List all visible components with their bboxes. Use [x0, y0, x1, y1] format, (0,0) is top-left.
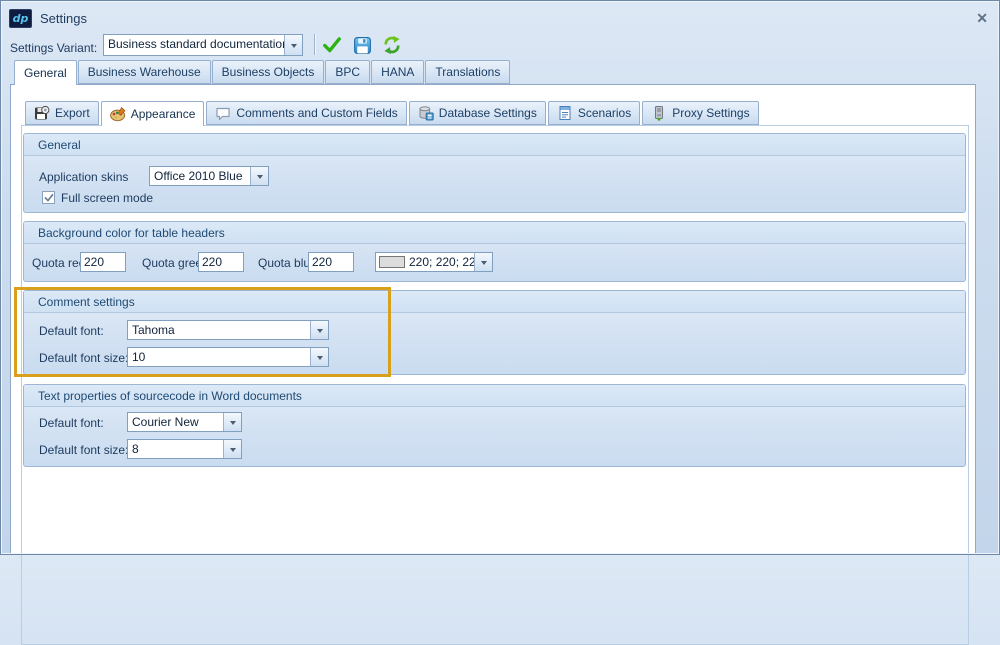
checkmark-icon [44, 193, 54, 203]
source-default-font-value: Courier New [128, 413, 223, 431]
comment-default-font-dropdown-button[interactable] [310, 321, 328, 339]
group-title: Text properties of sourcecode in Word do… [38, 389, 302, 403]
tab-bpc[interactable]: BPC [325, 60, 370, 84]
header-color-dropdown-button[interactable] [474, 253, 492, 271]
group-general: General Application skins Office 2010 Bl… [23, 133, 966, 213]
tab-label: General [24, 66, 67, 80]
group-title: General [38, 138, 81, 152]
application-skins-dropdown-button[interactable] [250, 167, 268, 185]
chevron-down-icon [230, 448, 236, 455]
subtab-scenarios[interactable]: Scenarios [548, 101, 640, 125]
comments-icon [215, 105, 231, 121]
settings-variant-dropdown-button[interactable] [284, 35, 302, 55]
floppy-icon [353, 36, 372, 55]
group-sourcecode-text-properties: Text properties of sourcecode in Word do… [23, 384, 966, 467]
appearance-icon [110, 106, 126, 122]
chevron-down-icon [230, 421, 236, 428]
application-skins-label: Application skins [39, 167, 128, 187]
subtab-label: Comments and Custom Fields [236, 106, 397, 120]
quota-blue-input[interactable] [308, 252, 354, 272]
refresh-icon [382, 35, 402, 55]
subtab-label: Appearance [131, 107, 196, 121]
group-comment-settings: Comment settings Default font: Tahoma De… [23, 290, 966, 375]
tab-business-objects[interactable]: Business Objects [212, 60, 325, 84]
tab-label: BPC [335, 65, 360, 79]
comment-default-font-label: Default font: [39, 321, 104, 341]
subtab-label: Proxy Settings [672, 106, 749, 120]
subtab-export[interactable]: Export [25, 101, 99, 125]
export-icon [34, 105, 50, 121]
quota-green-input[interactable] [198, 252, 244, 272]
scenarios-icon [557, 105, 573, 121]
database-icon [418, 105, 434, 121]
comment-default-font-size-label: Default font size: [39, 348, 128, 368]
main-tab-bar: General Business Warehouse Business Obje… [14, 60, 510, 85]
tab-general[interactable]: General [14, 60, 77, 85]
tab-business-warehouse[interactable]: Business Warehouse [78, 60, 211, 84]
group-sourcecode-header: Text properties of sourcecode in Word do… [24, 385, 965, 407]
settings-variant-combo[interactable]: Business standard documentation [103, 34, 303, 56]
chevron-down-icon [481, 261, 487, 268]
group-general-header: General [24, 134, 965, 156]
chevron-down-icon [317, 356, 323, 363]
tab-translations[interactable]: Translations [425, 60, 510, 84]
settings-variant-label: Settings Variant: [10, 38, 97, 58]
apply-button[interactable] [320, 33, 344, 57]
application-skins-value: Office 2010 Blue [150, 167, 250, 185]
quota-red-input[interactable] [80, 252, 126, 272]
header-color-combo[interactable]: 220; 220; 220 [375, 252, 493, 272]
subtab-label: Scenarios [578, 106, 631, 120]
window-title: Settings [40, 11, 87, 26]
app-logo-icon: dp [9, 9, 32, 28]
quota-red-label: Quota red [32, 253, 85, 273]
sub-tab-bar: Export Appearance Comments and Custom Fi… [25, 101, 759, 126]
tab-label: Business Objects [222, 65, 315, 79]
chevron-down-icon [291, 44, 297, 51]
group-title: Background color for table headers [38, 226, 225, 240]
chevron-down-icon [257, 175, 263, 182]
chevron-down-icon [317, 329, 323, 336]
source-default-font-size-dropdown-button[interactable] [223, 440, 241, 458]
group-table-header-colors-header: Background color for table headers [24, 222, 965, 244]
source-default-font-size-label: Default font size: [39, 440, 128, 460]
subtab-appearance[interactable]: Appearance [101, 101, 205, 126]
settings-variant-value: Business standard documentation [104, 35, 284, 55]
source-default-font-size-combo[interactable]: 8 [127, 439, 242, 459]
group-title: Comment settings [38, 295, 135, 309]
subtab-label: Export [55, 106, 90, 120]
source-default-font-size-value: 8 [128, 440, 223, 458]
source-default-font-combo[interactable]: Courier New [127, 412, 242, 432]
tab-label: Translations [435, 65, 500, 79]
title-bar: dp Settings ✕ [9, 7, 988, 29]
header-color-value: 220; 220; 220 [405, 253, 474, 271]
subtab-label: Database Settings [439, 106, 537, 120]
full-screen-mode-label: Full screen mode [61, 188, 153, 208]
group-table-header-colors: Background color for table headers Quota… [23, 221, 966, 282]
close-icon[interactable]: ✕ [976, 11, 988, 25]
comment-default-font-value: Tahoma [128, 321, 310, 339]
refresh-button[interactable] [380, 33, 404, 57]
source-default-font-dropdown-button[interactable] [223, 413, 241, 431]
comment-default-font-size-dropdown-button[interactable] [310, 348, 328, 366]
group-comment-settings-header: Comment settings [24, 291, 965, 313]
toolbar-separator [314, 34, 315, 55]
save-button[interactable] [350, 33, 374, 57]
application-skins-combo[interactable]: Office 2010 Blue [149, 166, 269, 186]
subtab-proxy-settings[interactable]: Proxy Settings [642, 101, 758, 125]
comment-default-font-combo[interactable]: Tahoma [127, 320, 329, 340]
proxy-icon [651, 105, 667, 121]
full-screen-mode-checkbox[interactable] [42, 191, 55, 204]
color-swatch [379, 256, 405, 268]
source-default-font-label: Default font: [39, 413, 104, 433]
comment-default-font-size-value: 10 [128, 348, 310, 366]
tab-label: HANA [381, 65, 414, 79]
check-icon [322, 35, 342, 55]
general-tab-page: Export Appearance Comments and Custom Fi… [10, 84, 976, 555]
subtab-comments-and-custom-fields[interactable]: Comments and Custom Fields [206, 101, 406, 125]
tab-label: Business Warehouse [88, 65, 201, 79]
subtab-database-settings[interactable]: Database Settings [409, 101, 546, 125]
comment-default-font-size-combo[interactable]: 10 [127, 347, 329, 367]
tab-hana[interactable]: HANA [371, 60, 424, 84]
